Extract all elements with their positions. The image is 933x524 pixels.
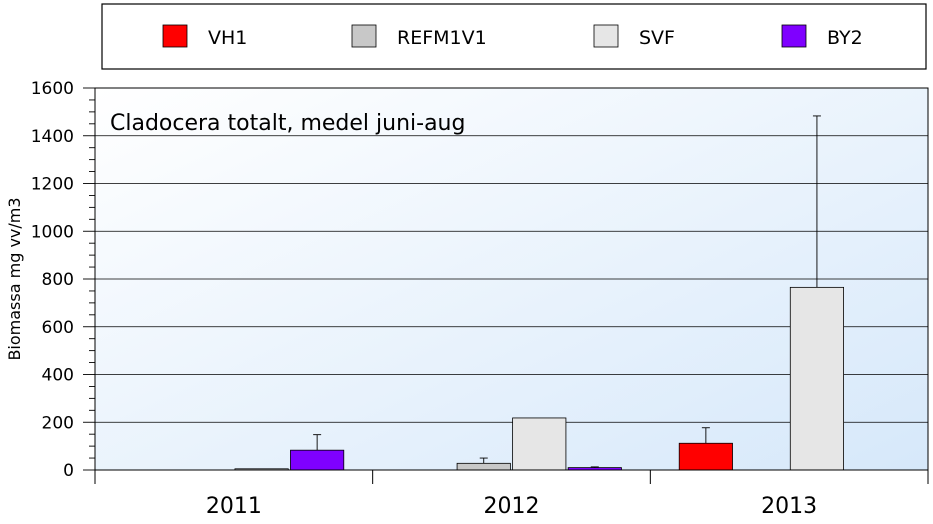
y-tick-label: 800 xyxy=(42,270,74,290)
x-tick-label: 2013 xyxy=(761,494,817,519)
legend-label: REFM1V1 xyxy=(397,27,487,49)
y-tick-label: 600 xyxy=(42,318,74,338)
x-tick-label: 2011 xyxy=(206,494,262,519)
legend-label: SVF xyxy=(639,27,675,49)
chart-title: Cladocera totalt, medel juni-aug xyxy=(110,111,465,136)
legend-label: BY2 xyxy=(827,27,863,49)
y-tick-label: 1600 xyxy=(31,79,74,99)
legend-swatch xyxy=(781,24,807,48)
y-tick-label: 0 xyxy=(63,461,74,481)
y-tick-label: 200 xyxy=(42,413,74,433)
bar xyxy=(512,417,567,471)
y-axis-label: Biomassa mg vv/m3 xyxy=(5,197,24,360)
y-tick-label: 1400 xyxy=(31,127,74,147)
bar xyxy=(456,462,511,471)
legend-swatch xyxy=(162,24,188,48)
bar xyxy=(290,449,345,471)
legend-swatch xyxy=(351,24,377,48)
bar-chart: VH1 REFM1V1 SVF BY2 0 200 400 600 800 1000 1200 14… xyxy=(5,3,929,519)
y-tick-label: 1000 xyxy=(31,222,74,242)
bar xyxy=(678,442,733,471)
x-tick-label: 2012 xyxy=(484,494,540,519)
y-tick-label: 1200 xyxy=(31,175,74,195)
legend-label: VH1 xyxy=(208,27,247,49)
y-tick-label: 400 xyxy=(42,366,74,386)
bar xyxy=(789,286,844,471)
legend-swatch xyxy=(593,24,619,48)
